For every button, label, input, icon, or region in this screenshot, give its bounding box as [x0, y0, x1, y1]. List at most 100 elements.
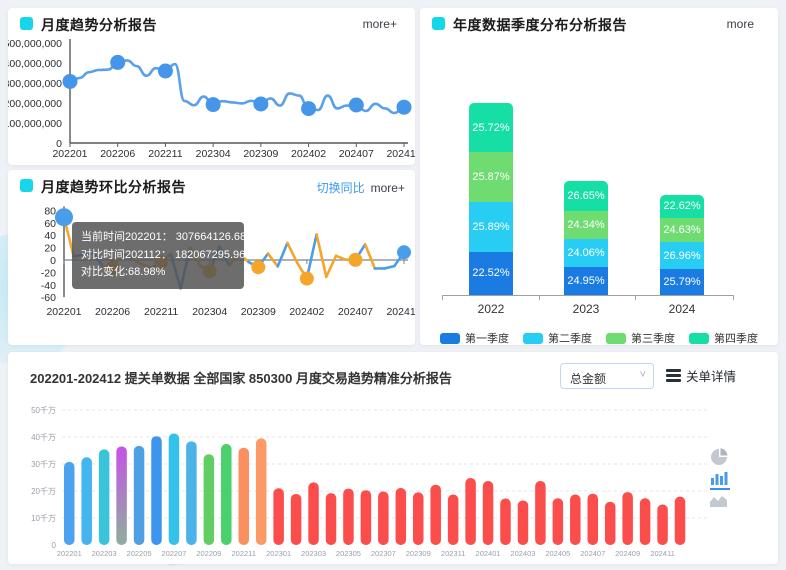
metric-select[interactable]: 总金额 ˅: [560, 363, 654, 389]
x-axis-tick-label: 2024: [660, 302, 704, 316]
stacked-bar-2022[interactable]: 25.72%25.87%25.89%22.52%: [469, 103, 513, 295]
trend-data-point[interactable]: [63, 74, 78, 89]
bar-202308[interactable]: [396, 488, 407, 545]
trend-data-point[interactable]: [206, 97, 221, 112]
bar-202305[interactable]: [343, 489, 354, 545]
more-link[interactable]: more+: [371, 181, 405, 195]
bar-segment-q2[interactable]: 24.06%: [564, 239, 608, 266]
monthly-trend-chart: 500,000,000400,000,000300,000,000200,000…: [8, 36, 415, 163]
bar-202208[interactable]: [186, 441, 197, 545]
bar-segment-q3[interactable]: 24.34%: [564, 211, 608, 239]
x-axis-tick-label: 202407: [339, 148, 374, 160]
bar-202309[interactable]: [413, 492, 424, 545]
x-axis-tick-label: 202203: [92, 549, 117, 558]
legend-item-q4[interactable]: 第四季度: [689, 330, 758, 346]
bar-202209[interactable]: [204, 454, 215, 545]
bar-202406[interactable]: [570, 495, 581, 545]
trend-data-point[interactable]: [253, 97, 268, 112]
bar-202205[interactable]: [134, 446, 145, 545]
bar-segment-q1[interactable]: 22.52%: [469, 252, 513, 295]
bar-202407[interactable]: [588, 494, 599, 545]
bar-202409[interactable]: [622, 492, 633, 545]
bar-segment-q2[interactable]: 26.96%: [660, 242, 704, 269]
trend-data-point[interactable]: [110, 55, 125, 70]
mom-data-point[interactable]: [397, 245, 411, 259]
y-axis-tick-label: 400,000,000: [8, 58, 62, 70]
bar-segment-q1[interactable]: 25.79%: [660, 269, 704, 295]
bar-202203[interactable]: [99, 449, 110, 545]
bar-202307[interactable]: [378, 492, 389, 545]
x-axis-tick-label: 202309: [243, 148, 278, 160]
trend-data-point[interactable]: [397, 100, 412, 115]
bar-202207[interactable]: [169, 433, 180, 545]
more-link[interactable]: more: [727, 17, 754, 31]
mom-line-segment: [142, 264, 152, 267]
x-axis-tick: [635, 295, 636, 300]
bar-202206[interactable]: [151, 436, 162, 545]
y-axis-tick-label: -40: [41, 280, 56, 292]
bar-segment-q2[interactable]: 25.89%: [469, 202, 513, 252]
legend-item-q2[interactable]: 第二季度: [523, 330, 592, 346]
bar-segment-q4[interactable]: 22.62%: [660, 195, 704, 218]
order-detail-link[interactable]: 关单详情: [666, 366, 736, 385]
pie-chart-icon[interactable]: [710, 448, 730, 468]
legend-item-q1[interactable]: 第一季度: [440, 330, 509, 346]
order-detail-label: 关单详情: [686, 366, 736, 385]
title-bullet-icon: [432, 17, 445, 30]
bar-202403[interactable]: [518, 500, 529, 545]
y-axis-tick-label: 40千万: [31, 432, 56, 442]
bar-segment-q3[interactable]: 25.87%: [469, 152, 513, 202]
area-chart-icon[interactable]: [710, 494, 730, 514]
chart-legend: 第一季度 第二季度 第三季度 第四季度: [420, 330, 778, 346]
bar-segment-q3[interactable]: 24.63%: [660, 218, 704, 243]
bar-segment-q4[interactable]: 26.65%: [564, 181, 608, 211]
bar-202401[interactable]: [483, 481, 494, 545]
x-axis-tick-label: 2022: [469, 302, 513, 316]
bar-202211[interactable]: [239, 448, 250, 545]
bar-202410[interactable]: [640, 498, 651, 545]
bar-202210[interactable]: [221, 444, 232, 545]
bar-202304[interactable]: [326, 493, 337, 545]
mom-data-point[interactable]: [154, 255, 168, 269]
bar-202311[interactable]: [448, 495, 459, 545]
bar-202411[interactable]: [657, 505, 668, 546]
x-axis-tick-label: 202206: [100, 148, 135, 160]
bar-202402[interactable]: [500, 499, 511, 545]
x-axis-tick-label: 202311: [441, 549, 465, 558]
toggle-yoy-link[interactable]: 切换同比: [317, 181, 365, 195]
trend-data-point[interactable]: [349, 98, 364, 113]
bar-202310[interactable]: [430, 485, 441, 545]
bar-202412[interactable]: [675, 497, 686, 545]
legend-swatch: [606, 333, 626, 344]
bar-202212[interactable]: [256, 438, 267, 545]
trend-data-point[interactable]: [301, 101, 316, 116]
mom-data-point[interactable]: [348, 253, 362, 267]
bar-202301[interactable]: [273, 488, 284, 545]
trend-data-point[interactable]: [158, 64, 173, 79]
mom-data-point[interactable]: [55, 208, 73, 226]
bar-202204[interactable]: [116, 446, 127, 545]
bar-segment-q4[interactable]: 25.72%: [469, 103, 513, 152]
bar-202202[interactable]: [81, 457, 92, 545]
bar-202404[interactable]: [535, 481, 546, 545]
bar-segment-q1[interactable]: 24.95%: [564, 267, 608, 295]
bar-202302[interactable]: [291, 494, 302, 545]
more-link[interactable]: more+: [363, 17, 397, 31]
legend-item-q3[interactable]: 第三季度: [606, 330, 675, 346]
bar-202201[interactable]: [64, 462, 75, 545]
mom-data-point[interactable]: [203, 264, 217, 278]
mom-data-point[interactable]: [106, 261, 120, 275]
x-axis-tick-label: 2023: [564, 302, 608, 316]
x-axis-tick-label: 202211: [232, 549, 256, 558]
bar-202408[interactable]: [605, 502, 616, 545]
bar-chart-icon[interactable]: [710, 470, 730, 490]
mom-data-point[interactable]: [300, 272, 314, 286]
stacked-bar-2024[interactable]: 22.62%24.63%26.96%25.79%: [660, 195, 704, 295]
bar-202306[interactable]: [361, 490, 372, 545]
stacked-bar-2023[interactable]: 26.65%24.34%24.06%24.95%: [564, 181, 608, 295]
bar-202303[interactable]: [308, 482, 319, 545]
bar-202405[interactable]: [553, 498, 564, 545]
bar-202312[interactable]: [465, 478, 476, 545]
mom-data-point[interactable]: [251, 260, 265, 274]
mom-line-segment: [74, 254, 84, 256]
